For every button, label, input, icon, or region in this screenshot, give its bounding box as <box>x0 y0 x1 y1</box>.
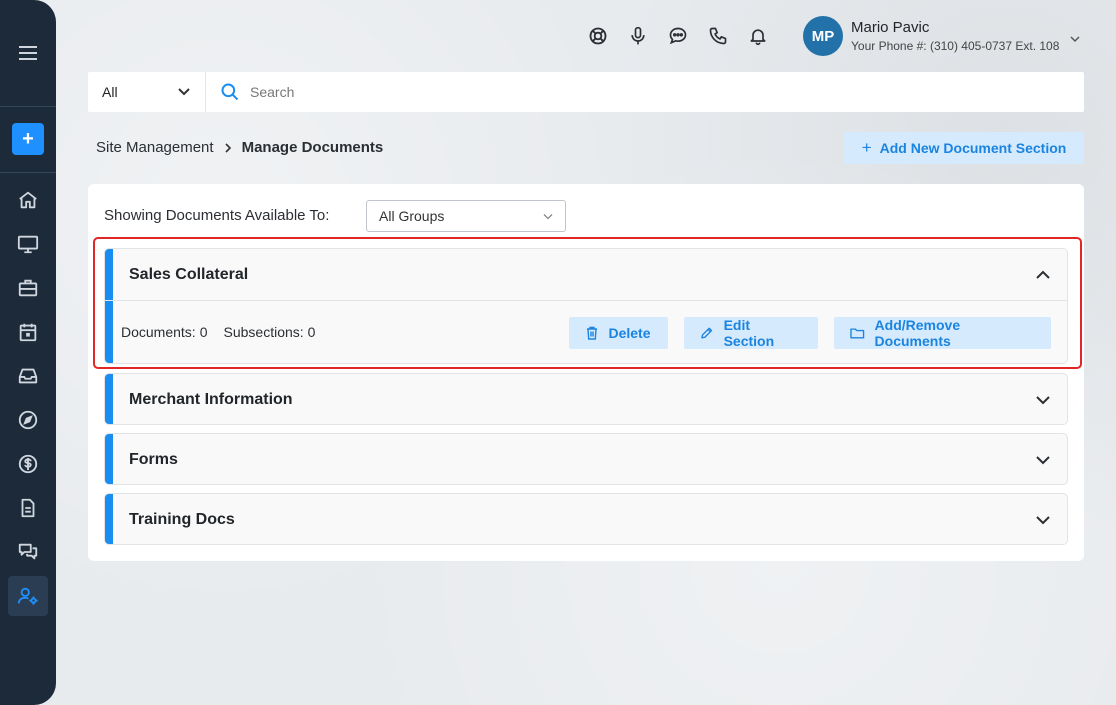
user-phone: Your Phone #: (310) 405-0737 Ext. 108 <box>851 39 1060 53</box>
add-new-document-section-button[interactable]: + Add New Document Section <box>844 132 1084 164</box>
sidebar-item-billing[interactable] <box>8 444 48 484</box>
chevron-down-icon <box>1036 515 1050 524</box>
sidebar-item-compass[interactable] <box>8 400 48 440</box>
search-input[interactable] <box>250 84 1050 100</box>
chevron-down-icon <box>178 88 190 96</box>
search-scope-value: All <box>102 84 118 100</box>
sidebar-item-user-settings[interactable] <box>8 576 48 616</box>
briefcase-icon <box>18 279 38 297</box>
section-actions: Delete Edit Section Add/Remove Documents <box>569 317 1051 349</box>
documents-value: 0 <box>199 324 208 340</box>
page-title: Manage Documents <box>241 139 384 156</box>
section-forms: Forms <box>104 433 1068 485</box>
pencil-icon <box>701 327 713 339</box>
microphone-button[interactable] <box>626 24 650 48</box>
sidebar-item-monitor[interactable] <box>8 224 48 264</box>
filter-label: Showing Documents Available To: <box>104 207 330 224</box>
avatar-initials: MP <box>811 27 835 45</box>
sidebar-item-briefcase[interactable] <box>8 268 48 308</box>
documents-count: Documents: 0 <box>121 324 208 340</box>
add-remove-documents-button[interactable]: Add/Remove Documents <box>834 317 1051 349</box>
section-sales-collateral: Sales Collateral Documents: 0 Subsection… <box>104 248 1068 364</box>
edit-section-label: Edit Section <box>723 317 775 349</box>
add-remove-documents-label: Add/Remove Documents <box>874 317 961 349</box>
section-body: Documents: 0 Subsections: 0 Delete Edit … <box>105 300 1067 363</box>
hamburger-icon <box>19 46 37 60</box>
group-filter-value: All Groups <box>379 208 445 224</box>
section-header[interactable]: Merchant Information <box>105 374 1067 424</box>
delete-button[interactable]: Delete <box>569 317 668 349</box>
user-gear-icon <box>17 587 38 605</box>
chevron-down-icon <box>1036 395 1050 404</box>
section-header[interactable]: Training Docs <box>105 494 1067 544</box>
chat-button[interactable] <box>666 24 690 48</box>
calendar-icon <box>19 323 37 342</box>
user-name[interactable]: Mario Pavic <box>851 19 929 36</box>
dollar-icon <box>18 454 38 474</box>
support-button[interactable] <box>586 24 610 48</box>
menu-toggle-button[interactable] <box>0 30 56 76</box>
section-merchant-information: Merchant Information <box>104 373 1068 425</box>
chat-bubble-icon <box>669 27 687 45</box>
header-toolbar <box>586 24 770 48</box>
section-training-docs: Training Docs <box>104 493 1068 545</box>
search-bar: All <box>88 72 1084 112</box>
documents-label: Documents: <box>121 324 196 340</box>
section-title: Merchant Information <box>129 390 293 408</box>
add-section-label: Add New Document Section <box>879 140 1067 156</box>
quick-add-button[interactable]: + <box>12 123 44 155</box>
sidebar-item-inbox[interactable] <box>8 356 48 396</box>
microphone-icon <box>631 26 645 45</box>
search-scope-select[interactable]: All <box>88 72 206 112</box>
compass-icon <box>18 410 38 430</box>
chevron-down-icon <box>543 213 553 219</box>
sidebar: + <box>0 0 56 705</box>
sidebar-divider <box>0 106 56 107</box>
subsections-value: 0 <box>307 324 316 340</box>
home-icon <box>19 191 37 209</box>
phone-button[interactable] <box>706 24 730 48</box>
subsections-label: Subsections: <box>223 324 304 340</box>
subsections-count: Subsections: 0 <box>224 324 316 340</box>
add-label: + <box>22 127 34 150</box>
document-icon <box>21 498 35 518</box>
support-icon <box>589 27 607 45</box>
section-header[interactable]: Sales Collateral <box>105 249 1067 300</box>
chevron-right-icon <box>224 142 232 154</box>
sidebar-divider <box>0 172 56 173</box>
edit-section-button[interactable]: Edit Section <box>684 317 818 349</box>
notifications-button[interactable] <box>746 24 770 48</box>
plus-icon: + <box>861 138 872 157</box>
folder-icon <box>850 328 865 339</box>
bell-icon <box>750 29 766 46</box>
delete-label: Delete <box>608 325 651 341</box>
section-title: Sales Collateral <box>129 265 249 283</box>
sidebar-item-messages[interactable] <box>8 532 48 572</box>
user-menu-toggle[interactable] <box>1070 30 1080 46</box>
chevron-down-icon <box>1036 455 1050 464</box>
search-icon <box>220 82 240 102</box>
sidebar-item-home[interactable] <box>8 180 48 220</box>
section-header[interactable]: Forms <box>105 434 1067 484</box>
chat-icon <box>18 543 38 560</box>
chevron-up-icon <box>1036 270 1050 279</box>
sidebar-item-documents[interactable] <box>8 488 48 528</box>
section-title: Training Docs <box>129 510 235 528</box>
documents-card: Showing Documents Available To: All Grou… <box>88 184 1084 561</box>
section-title: Forms <box>129 450 178 468</box>
breadcrumb: Site Management Manage Documents <box>96 139 383 156</box>
phone-icon <box>709 27 727 45</box>
trash-icon <box>587 326 598 340</box>
chevron-down-icon <box>1070 36 1080 43</box>
inbox-icon <box>18 368 38 384</box>
group-filter-select[interactable]: All Groups <box>366 200 566 232</box>
breadcrumb-site-management[interactable]: Site Management <box>96 139 214 156</box>
sidebar-item-calendar[interactable] <box>8 312 48 352</box>
monitor-icon <box>17 235 39 254</box>
avatar[interactable]: MP <box>803 16 843 56</box>
